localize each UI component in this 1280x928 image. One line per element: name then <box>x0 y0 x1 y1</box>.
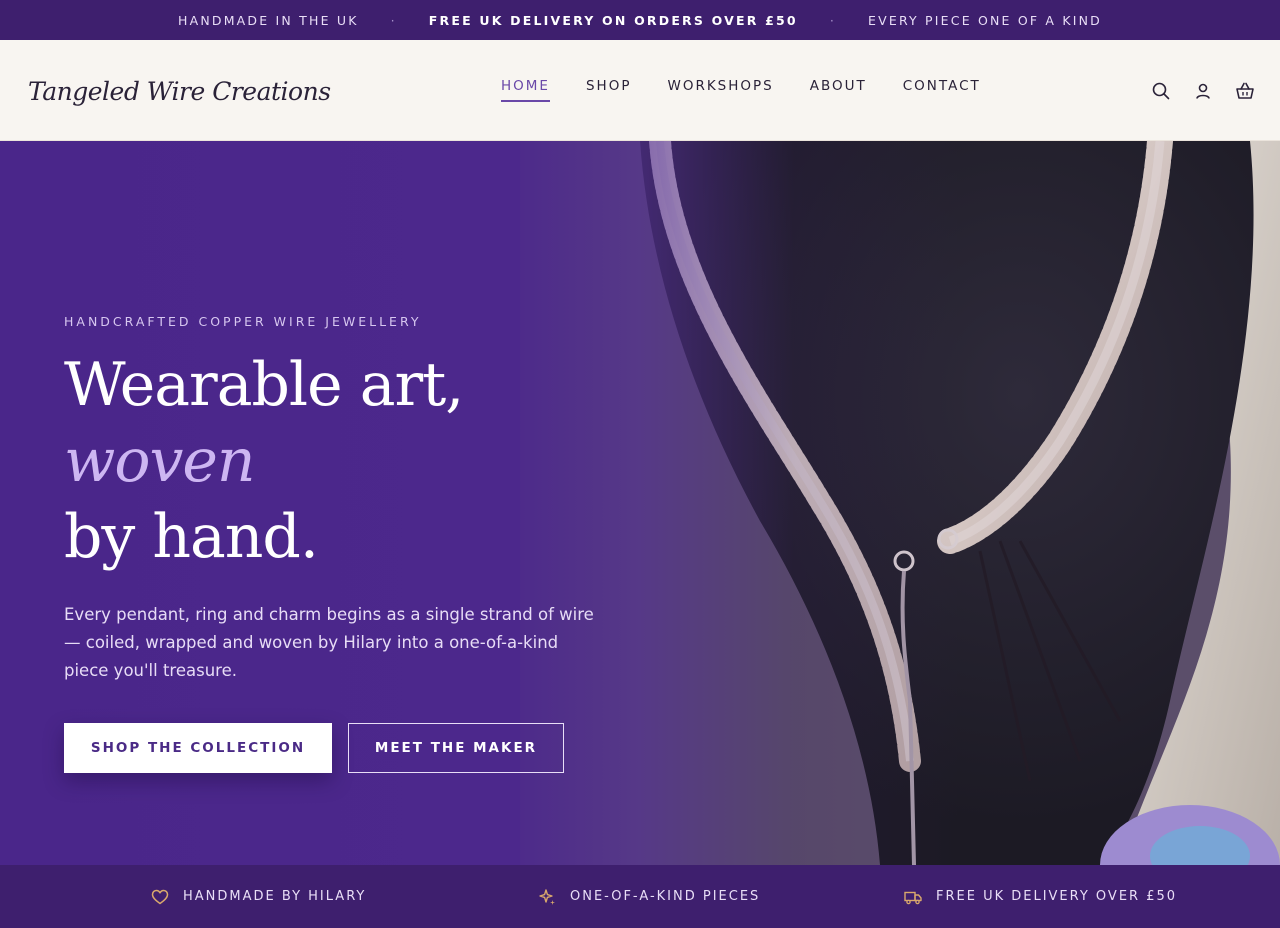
feature-strip: HANDMADE BY HILARY ONE-OF-A-KIND PIECES … <box>0 865 1280 928</box>
basket-icon[interactable] <box>1234 80 1256 102</box>
nav-contact[interactable]: CONTACT <box>903 78 981 102</box>
logo[interactable]: Tangeled Wire Creations <box>26 56 331 126</box>
logo-text: Tangeled Wire Creations <box>28 76 331 106</box>
nav-shop[interactable]: SHOP <box>586 78 632 102</box>
hero-actions: SHOP THE COLLECTION MEET THE MAKER <box>64 723 624 773</box>
nav-home[interactable]: HOME <box>501 78 550 102</box>
feature-label: HANDMADE BY HILARY <box>183 889 367 904</box>
feature-item: ONE-OF-A-KIND PIECES <box>538 888 760 906</box>
site-header: Tangeled Wire Creations HOME SHOP WORKSH… <box>0 40 1280 141</box>
account-icon[interactable] <box>1192 80 1214 102</box>
main-nav: HOME SHOP WORKSHOPS ABOUT CONTACT <box>501 78 981 102</box>
search-icon[interactable] <box>1150 80 1172 102</box>
nav-workshops[interactable]: WORKSHOPS <box>667 78 773 102</box>
hero-content: HANDCRAFTED COPPER WIRE JEWELLERY Wearab… <box>64 314 624 773</box>
feature-label: FREE UK DELIVERY OVER £50 <box>936 889 1178 904</box>
announcement-separator: · <box>829 12 836 28</box>
hero-headline: Wearable art, woven by hand. <box>64 347 624 575</box>
hero-eyebrow: HANDCRAFTED COPPER WIRE JEWELLERY <box>64 314 422 329</box>
announcement-bar: HANDMADE IN THE UK · FREE UK DELIVERY ON… <box>0 0 1280 40</box>
sparkle-icon <box>539 888 555 905</box>
announcement-message: FREE UK DELIVERY ON ORDERS OVER £50 <box>428 12 798 28</box>
headline-part2: by hand. <box>64 502 319 572</box>
header-actions <box>1150 80 1256 102</box>
heart-icon <box>151 889 169 904</box>
headline-accent: woven <box>64 426 256 496</box>
announcement-separator: · <box>390 12 397 28</box>
meet-maker-button[interactable]: MEET THE MAKER <box>348 723 564 773</box>
announcement-message: HANDMADE IN THE UK <box>177 12 359 28</box>
feature-item: FREE UK DELIVERY OVER £50 <box>904 888 1177 906</box>
hero-section: HANDCRAFTED COPPER WIRE JEWELLERY Wearab… <box>0 141 1280 865</box>
shop-collection-button[interactable]: SHOP THE COLLECTION <box>64 723 332 773</box>
announcement-message: EVERY PIECE ONE OF A KIND <box>868 12 1103 28</box>
hero-intro: Every pendant, ring and charm begins as … <box>64 605 594 680</box>
feature-item: HANDMADE BY HILARY <box>151 888 366 906</box>
truck-icon <box>904 891 922 904</box>
headline-part1: Wearable art, <box>64 350 464 420</box>
nav-about[interactable]: ABOUT <box>810 78 867 102</box>
feature-label: ONE-OF-A-KIND PIECES <box>570 889 761 904</box>
